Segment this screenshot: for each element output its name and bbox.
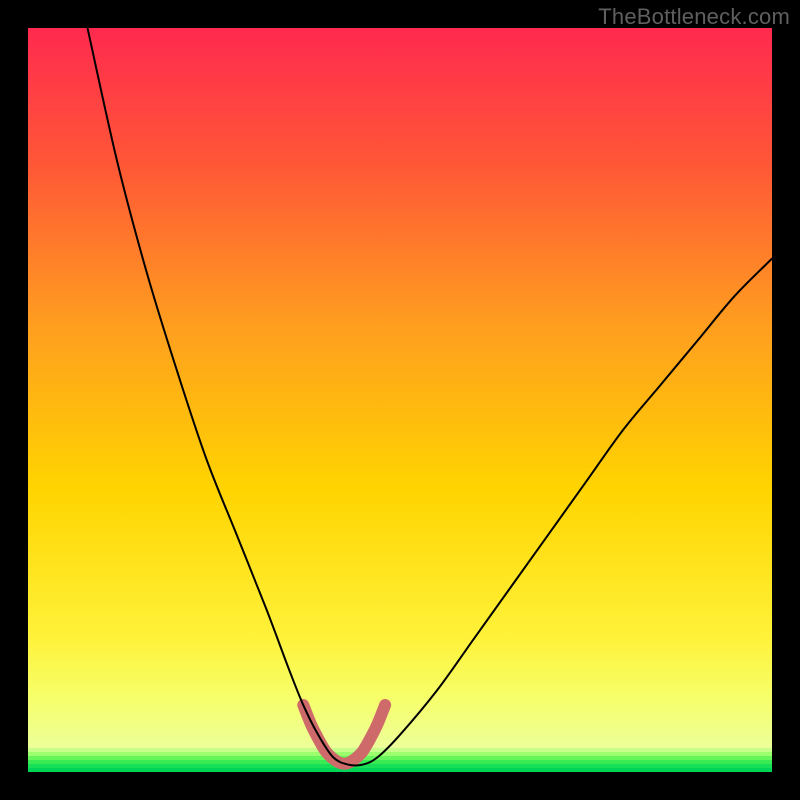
gradient-background bbox=[28, 28, 772, 772]
bottleneck-chart bbox=[28, 28, 772, 772]
watermark-text: TheBottleneck.com bbox=[598, 4, 790, 30]
chart-frame: TheBottleneck.com bbox=[0, 0, 800, 800]
plot-area bbox=[28, 28, 772, 772]
green-bottom-strip bbox=[28, 748, 772, 772]
